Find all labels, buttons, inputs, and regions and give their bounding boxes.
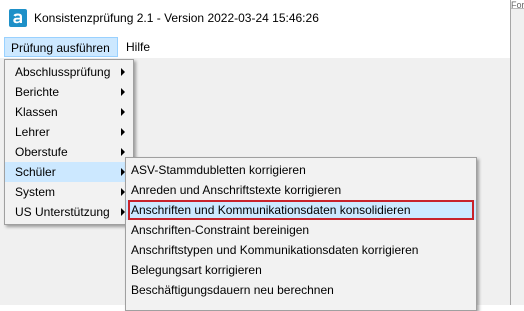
menu-item-system[interactable]: System <box>5 182 133 202</box>
menu-hilfe[interactable]: Hilfe <box>120 37 156 57</box>
pruefung-dropdown-menu: Abschlussprüfung Berichte Klassen Lehrer… <box>4 59 134 225</box>
menu-item-label: Berichte <box>15 85 60 99</box>
app-logo-icon <box>9 9 27 27</box>
submenu-arrow-icon <box>121 128 125 136</box>
submenu-item-anschriftstypen-korrigieren[interactable]: Anschriftstypen und Kommunikationsdaten … <box>126 240 476 260</box>
submenu-item-label: Beschäftigungsdauern neu berechnen <box>131 283 334 297</box>
submenu-arrow-icon <box>121 108 125 116</box>
menu-item-label: Klassen <box>15 105 58 119</box>
background-window-text: Formel für EMS <box>511 0 524 9</box>
menu-item-berichte[interactable]: Berichte <box>5 82 133 102</box>
menu-item-abschlusspruefung[interactable]: Abschlussprüfung <box>5 62 133 82</box>
background-window <box>511 0 524 305</box>
menu-pruefung-ausfuehren[interactable]: Prüfung ausführen <box>4 37 118 57</box>
menu-item-oberstufe[interactable]: Oberstufe <box>5 142 133 162</box>
menu-item-us-unterstuetzung[interactable]: US Unterstützung <box>5 202 133 222</box>
menu-pruefung-ausfuehren-label: Prüfung ausführen <box>11 41 110 55</box>
menu-item-label: Lehrer <box>15 125 50 139</box>
menu-item-label: US Unterstützung <box>15 205 110 219</box>
submenu-item-label: Anschriften und Kommunikationsdaten kons… <box>131 203 411 217</box>
submenu-item-beschaeftigungsdauern[interactable]: Beschäftigungsdauern neu berechnen <box>126 280 476 300</box>
title-bar: Konsistenzprüfung 2.1 - Version 2022-03-… <box>0 0 510 36</box>
submenu-item-anschriften-constraint[interactable]: Anschriften-Constraint bereinigen <box>126 220 476 240</box>
submenu-item-label: ASV-Stammdubletten korrigieren <box>131 163 306 177</box>
menu-bar: Prüfung ausführen Hilfe <box>0 37 510 58</box>
submenu-item-anschriften-konsolidieren[interactable]: Anschriften und Kommunikationsdaten kons… <box>126 200 476 220</box>
menu-item-lehrer[interactable]: Lehrer <box>5 122 133 142</box>
submenu-item-belegungsart[interactable]: Belegungsart korrigieren <box>126 260 476 280</box>
submenu-arrow-icon <box>121 68 125 76</box>
submenu-item-label: Belegungsart korrigieren <box>131 263 262 277</box>
submenu-item-asv-stammdubletten[interactable]: ASV-Stammdubletten korrigieren <box>126 160 476 180</box>
menu-item-label: Schüler <box>15 165 56 179</box>
menu-item-label: Abschlussprüfung <box>15 65 111 79</box>
submenu-arrow-icon <box>121 88 125 96</box>
menu-item-klassen[interactable]: Klassen <box>5 102 133 122</box>
menu-hilfe-label: Hilfe <box>126 40 151 54</box>
schueler-submenu: ASV-Stammdubletten korrigieren Anreden u… <box>125 157 477 311</box>
menu-item-label: System <box>15 185 56 199</box>
menu-item-schueler[interactable]: Schüler <box>5 162 133 182</box>
submenu-item-label: Anschriftstypen und Kommunikationsdaten … <box>131 243 419 257</box>
submenu-item-label: Anschriften-Constraint bereinigen <box>131 223 310 237</box>
submenu-arrow-icon <box>121 148 125 156</box>
window-title: Konsistenzprüfung 2.1 - Version 2022-03-… <box>34 11 319 25</box>
submenu-item-anreden-anschriftstexte[interactable]: Anreden und Anschriftstexte korrigieren <box>126 180 476 200</box>
submenu-item-label: Anreden und Anschriftstexte korrigieren <box>131 183 342 197</box>
menu-item-label: Oberstufe <box>15 145 68 159</box>
background-window-strip: Formel für EMS <box>511 0 524 9</box>
